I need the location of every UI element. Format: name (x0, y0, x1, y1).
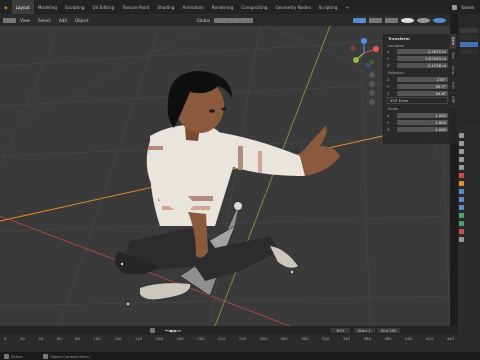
transform-section-title[interactable]: Transform (384, 34, 451, 43)
overlay-icon[interactable] (369, 17, 382, 23)
tab-sculpting[interactable]: Sculpting (61, 0, 89, 14)
scale-z-field[interactable]: 1.000 (397, 126, 448, 132)
add-workspace-button[interactable]: + (341, 0, 353, 14)
select-menu[interactable]: Select (34, 18, 55, 23)
view-layer-icon[interactable] (459, 157, 464, 162)
xray-icon[interactable] (385, 17, 398, 23)
scale-x-field[interactable]: 1.000 (397, 112, 448, 118)
tab-scripting[interactable]: Scripting (315, 0, 342, 14)
scene-props-icon[interactable] (459, 165, 464, 170)
gizmo-icon[interactable] (353, 17, 366, 23)
shading-solid-icon[interactable] (401, 17, 414, 23)
properties-tabs (458, 130, 466, 330)
hand-icon[interactable] (369, 81, 375, 87)
current-frame-field[interactable]: 679 (330, 328, 350, 333)
proportional-icon[interactable] (239, 17, 253, 23)
viewport-nav-controls (369, 72, 375, 105)
grid-icon[interactable] (369, 99, 375, 105)
tab-edit[interactable]: Edit (450, 79, 456, 93)
constraints-icon[interactable] (459, 213, 464, 218)
rotation-label: Rotation (388, 70, 404, 75)
y-axis-green-line (214, 26, 331, 326)
end-frame-field[interactable]: 250 (389, 328, 396, 333)
view-menu[interactable]: View (16, 18, 34, 23)
start-label: Start (357, 328, 368, 333)
end-label: End (380, 328, 388, 333)
timeline-controls: ⏮ ◀ ▶ ▶ ⏭ 679 Start 1 End 250 (0, 326, 458, 335)
tab-modeling[interactable]: Modeling (34, 0, 61, 14)
tab-arp[interactable]: ARP (450, 93, 456, 107)
character-model (115, 71, 340, 300)
pivot-icon[interactable] (213, 17, 227, 23)
blender-logo-icon[interactable]: ◉ (0, 0, 12, 14)
add-menu[interactable]: Add (55, 18, 71, 23)
scene-label[interactable]: Scene (461, 5, 474, 10)
location-z-field[interactable]: 1.1726 m (397, 62, 448, 68)
outliner-row-selected[interactable] (460, 42, 478, 47)
shading-material-icon[interactable] (417, 17, 430, 23)
rotation-z-field[interactable]: 94.6° (397, 90, 448, 96)
scale-label: Scale (388, 106, 399, 111)
tab-layout[interactable]: Layout (11, 0, 34, 14)
camera-icon[interactable] (369, 90, 375, 96)
location-y-field[interactable]: 0.07943 m (397, 55, 448, 61)
object-menu[interactable]: Object (71, 18, 93, 23)
particles-icon[interactable] (459, 197, 464, 202)
texture-icon[interactable] (459, 237, 464, 242)
tab-texture-paint[interactable]: Texture Paint (118, 0, 153, 14)
render-icon[interactable] (459, 141, 464, 146)
tab-item[interactable]: Item (450, 34, 456, 50)
status-select: Select (11, 353, 23, 359)
tab-tool[interactable]: Tool (450, 49, 456, 64)
physics-icon[interactable] (459, 205, 464, 210)
outliner-row[interactable] (460, 35, 478, 40)
world-icon[interactable] (459, 173, 464, 178)
navigation-gizmo[interactable] (346, 36, 382, 70)
scale-y-field[interactable]: 1.000 (397, 119, 448, 125)
tab-geometry-nodes[interactable]: Geometry Nodes (271, 0, 314, 14)
timeline-editor: ⏮ ◀ ▶ ▶ ⏭ 679 Start 1 End 250 0 20 40 60 80 1… (0, 326, 458, 352)
top-bar: ◉ Layout Modeling Sculpting UV Editing T… (0, 0, 480, 14)
output-icon[interactable] (459, 149, 464, 154)
data-icon[interactable] (459, 221, 464, 226)
tab-compositing[interactable]: Compositing (237, 0, 271, 14)
modifier-icon[interactable] (459, 189, 464, 194)
rotation-y-field[interactable]: 90.7° (397, 83, 448, 89)
orientation-dropdown[interactable]: Global (193, 18, 214, 23)
rotation-x-field[interactable]: 270° (397, 76, 448, 82)
scene-icon (452, 4, 458, 10)
tab-shading[interactable]: Shading (153, 0, 178, 14)
mouse-left-icon (4, 353, 9, 359)
object-icon[interactable] (459, 181, 464, 186)
sidebar-transform-panel: Transform Location X 2.2675 m Y 0.07943 m … (383, 34, 451, 144)
snap-icon[interactable] (226, 17, 240, 23)
shading-rendered-icon[interactable] (433, 17, 446, 23)
rotation-mode-dropdown[interactable]: XYZ Euler (387, 97, 448, 104)
outliner-panel[interactable] (458, 14, 480, 126)
location-x-field[interactable]: 2.2675 m (397, 48, 448, 54)
tab-uv-editing[interactable]: UV Editing (89, 0, 119, 14)
zoom-icon[interactable] (369, 72, 375, 78)
mouse-right-icon (42, 353, 48, 359)
jump-end-icon[interactable]: ⏭ (177, 328, 180, 333)
editor-type-icon[interactable] (3, 17, 16, 23)
keyframe-icon[interactable] (150, 328, 155, 333)
outliner-row[interactable] (460, 28, 478, 33)
status-bar: Select Object Context Menu (0, 352, 480, 360)
material-icon[interactable] (459, 229, 464, 234)
tab-rendering[interactable]: Rendering (208, 0, 237, 14)
tab-view[interactable]: View (450, 63, 456, 79)
timeline-ruler[interactable]: 0 20 40 60 80 100 120 140 160 180 200 220 240 260 280 3… (0, 335, 458, 352)
tool-icon[interactable] (459, 133, 464, 138)
outliner-row[interactable] (460, 49, 478, 54)
sidebar-tabs: Item Tool View Edit ARP (450, 34, 458, 144)
tab-animation[interactable]: Animation (178, 0, 207, 14)
start-frame-field[interactable]: 1 (368, 328, 370, 333)
viewport-header: View Select Add Object Global (0, 14, 450, 26)
status-hint: Object Context Menu (49, 353, 90, 359)
